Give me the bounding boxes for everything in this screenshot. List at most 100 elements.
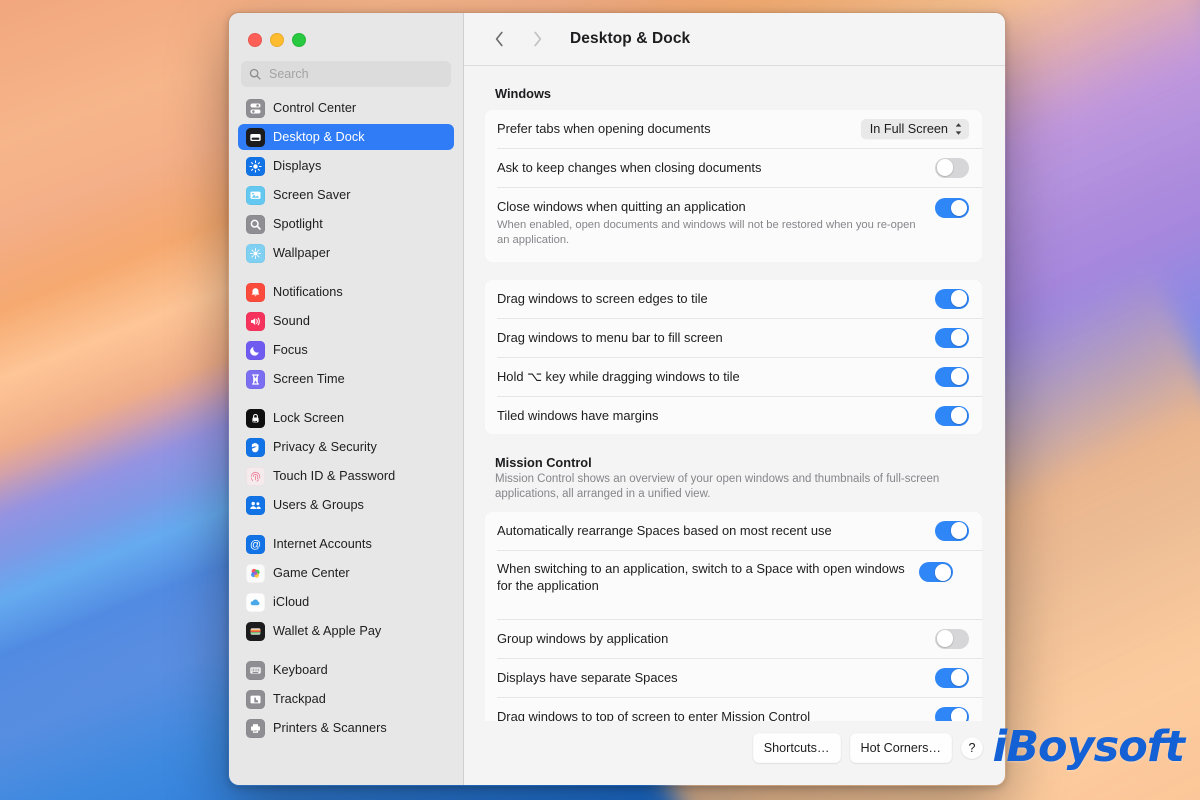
row-label: Close windows when quitting an applicati… xyxy=(497,199,746,214)
row-ask-keep-changes[interactable]: Ask to keep changes when closing documen… xyxy=(484,148,983,187)
sidebar-item-screen-time[interactable]: Screen Time xyxy=(238,366,454,392)
svg-text:@: @ xyxy=(250,538,261,550)
zoom-button[interactable] xyxy=(292,33,306,47)
sidebar-item-privacy-security[interactable]: Privacy & Security xyxy=(238,434,454,460)
sidebar-item-screen-saver[interactable]: Screen Saver xyxy=(238,182,454,208)
sidebar-item-notifications[interactable]: Notifications xyxy=(238,279,454,305)
row-prefer-tabs[interactable]: Prefer tabs when opening documents In Fu… xyxy=(484,109,983,148)
sidebar-item-displays[interactable]: Displays xyxy=(238,153,454,179)
row-tiled-margins[interactable]: Tiled windows have margins xyxy=(484,396,983,435)
section-heading: Windows xyxy=(495,86,552,101)
drag-top-mission-control-toggle[interactable] xyxy=(935,706,969,721)
iboysoft-watermark: iBoysoft xyxy=(992,722,1185,772)
sidebar-item-control-center[interactable]: Control Center xyxy=(238,95,454,121)
switch-to-space-toggle[interactable] xyxy=(919,562,953,583)
sidebar-item-label: Control Center xyxy=(273,101,357,115)
row-label: Automatically rearrange Spaces based on … xyxy=(497,523,832,539)
row-hold-option-key[interactable]: Hold ⌥ key while dragging windows to til… xyxy=(484,357,983,396)
minimize-button[interactable] xyxy=(270,33,284,47)
sidebar-group-2: Notifications Sound Focus Screen Time xyxy=(238,279,454,405)
section-description: Mission Control shows an overview of you… xyxy=(495,473,940,501)
sidebar-item-wallet-apple-pay[interactable]: Wallet & Apple Pay xyxy=(238,618,454,644)
row-label: Drag windows to top of screen to enter M… xyxy=(497,709,811,721)
shortcuts-button[interactable]: Shortcuts… xyxy=(752,733,841,763)
sidebar-item-sound[interactable]: Sound xyxy=(238,308,454,334)
sidebar-item-label: Touch ID & Password xyxy=(273,469,396,483)
sidebar-item-label: Lock Screen xyxy=(273,411,345,425)
toggle-knob xyxy=(950,708,968,721)
sidebar-item-label: Displays xyxy=(273,159,322,173)
sidebar-group-4: @ Internet Accounts Game Center iCloud W… xyxy=(238,531,454,657)
sidebar-item-spotlight[interactable]: Spotlight xyxy=(238,211,454,237)
row-label: Displays have separate Spaces xyxy=(497,670,678,686)
settings-scroll-area[interactable]: Windows Prefer tabs when opening documen… xyxy=(464,66,1005,721)
ask-keep-changes-toggle[interactable] xyxy=(935,157,969,178)
users-groups-icon xyxy=(246,495,265,515)
touch-id-icon xyxy=(246,466,265,486)
toggle-knob xyxy=(950,368,968,385)
prefer-tabs-popup-button[interactable]: In Full Screen xyxy=(860,118,969,139)
toggle-knob xyxy=(950,407,968,424)
notifications-icon xyxy=(246,282,265,302)
row-description: When enabled, open documents and windows… xyxy=(497,219,916,247)
row-label: When switching to an application, switch… xyxy=(497,561,905,594)
screen-time-icon xyxy=(246,369,265,389)
search-field[interactable] xyxy=(241,61,451,87)
tiled-margins-toggle[interactable] xyxy=(935,405,969,426)
sidebar-item-focus[interactable]: Focus xyxy=(238,337,454,363)
row-drag-screen-edges[interactable]: Drag windows to screen edges to tile xyxy=(484,279,983,318)
sidebar-nav: Control Center Desktop & Dock Displays S… xyxy=(229,95,463,785)
settings-card-mission-control: Automatically rearrange Spaces based on … xyxy=(484,511,983,721)
displays-separate-spaces-toggle[interactable] xyxy=(935,667,969,688)
icloud-icon xyxy=(246,592,265,612)
sidebar-item-desktop-dock[interactable]: Desktop & Dock xyxy=(238,124,454,150)
sidebar-item-internet-accounts[interactable]: @ Internet Accounts xyxy=(238,531,454,557)
sidebar-item-label: Keyboard xyxy=(273,663,328,677)
close-button[interactable] xyxy=(248,33,262,47)
keyboard-icon xyxy=(246,660,265,680)
sidebar-item-trackpad[interactable]: Trackpad xyxy=(238,686,454,712)
sidebar-group-5: Keyboard Trackpad Printers & Scanners xyxy=(238,657,454,754)
row-auto-rearrange-spaces[interactable]: Automatically rearrange Spaces based on … xyxy=(484,511,983,550)
sidebar-item-printers-scanners[interactable]: Printers & Scanners xyxy=(238,715,454,741)
sidebar-item-label: Users & Groups xyxy=(273,498,364,512)
toolbar: Desktop & Dock xyxy=(464,13,1005,66)
back-button[interactable] xyxy=(484,24,514,54)
printers-scanners-icon xyxy=(246,718,265,738)
drag-screen-edges-toggle[interactable] xyxy=(935,288,969,309)
sidebar-item-users-groups[interactable]: Users & Groups xyxy=(238,492,454,518)
toggle-knob xyxy=(950,522,968,540)
sidebar-item-game-center[interactable]: Game Center xyxy=(238,560,454,586)
sidebar-item-label: Spotlight xyxy=(273,217,323,231)
row-group-windows[interactable]: Group windows by application xyxy=(484,619,983,658)
close-windows-quitting-toggle[interactable] xyxy=(935,198,969,218)
trackpad-icon xyxy=(246,689,265,709)
auto-rearrange-spaces-toggle[interactable] xyxy=(935,520,969,541)
sidebar-item-touch-id[interactable]: Touch ID & Password xyxy=(238,463,454,489)
sidebar-item-icloud[interactable]: iCloud xyxy=(238,589,454,615)
row-switch-to-space[interactable]: When switching to an application, switch… xyxy=(484,550,983,619)
settings-card-windows-general: Prefer tabs when opening documents In Fu… xyxy=(484,109,983,263)
sidebar-item-keyboard[interactable]: Keyboard xyxy=(238,657,454,683)
toggle-knob xyxy=(950,290,968,307)
row-displays-separate-spaces[interactable]: Displays have separate Spaces xyxy=(484,658,983,697)
forward-button[interactable] xyxy=(522,24,552,54)
row-close-windows-quitting[interactable]: Close windows when quitting an applicati… xyxy=(484,187,983,263)
group-windows-toggle[interactable] xyxy=(935,628,969,649)
desktop-wallpaper: Control Center Desktop & Dock xyxy=(0,0,1200,800)
row-drag-top-mission-control[interactable]: Drag windows to top of screen to enter M… xyxy=(484,697,983,721)
sidebar-item-label: Game Center xyxy=(273,566,350,580)
system-settings-window: Control Center Desktop & Dock xyxy=(228,12,1006,786)
row-drag-menu-bar[interactable]: Drag windows to menu bar to fill screen xyxy=(484,318,983,357)
sidebar-item-wallpaper[interactable]: Wallpaper xyxy=(238,240,454,266)
drag-menu-bar-toggle[interactable] xyxy=(935,327,969,348)
sidebar-item-label: iCloud xyxy=(273,595,310,609)
sidebar-item-lock-screen[interactable]: Lock Screen xyxy=(238,405,454,431)
row-label: Group windows by application xyxy=(497,631,669,647)
search-input[interactable] xyxy=(267,66,443,82)
help-button[interactable]: ? xyxy=(961,737,983,759)
hot-corners-button[interactable]: Hot Corners… xyxy=(849,733,952,763)
hold-option-key-toggle[interactable] xyxy=(935,366,969,387)
section-heading: Mission Control xyxy=(495,455,592,470)
row-label-group: Close windows when quitting an applicati… xyxy=(497,198,935,248)
